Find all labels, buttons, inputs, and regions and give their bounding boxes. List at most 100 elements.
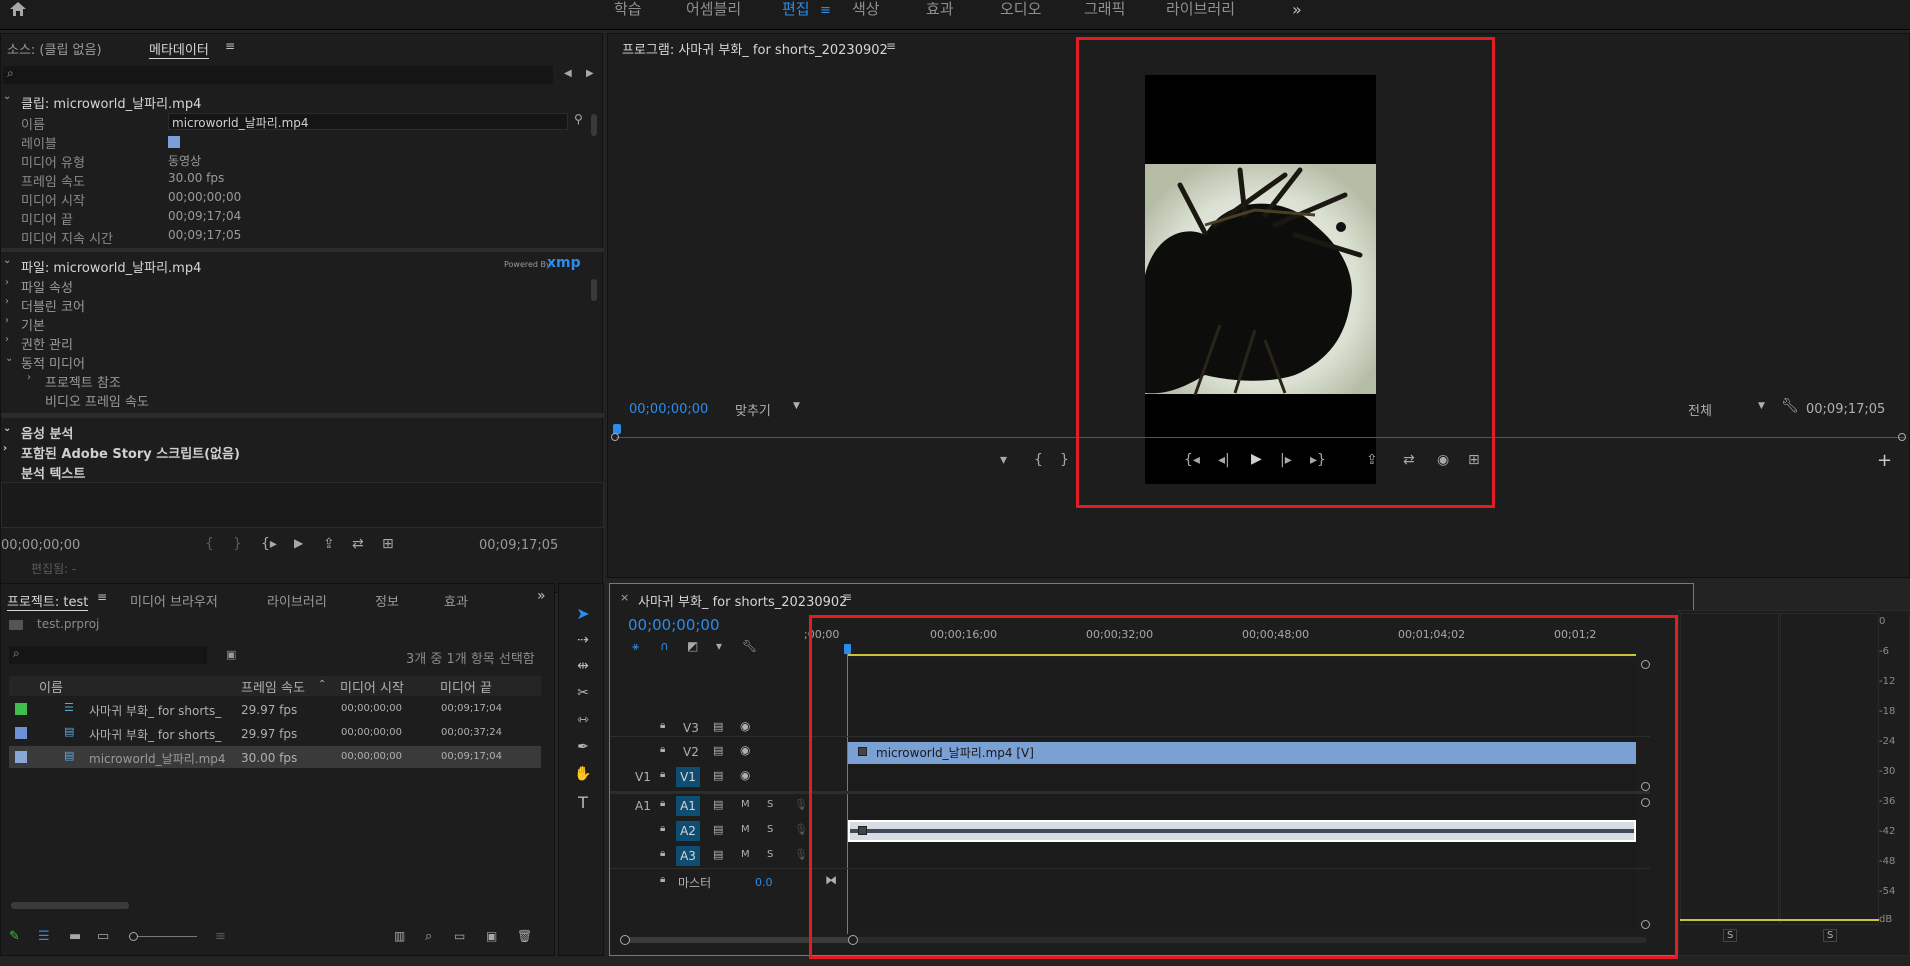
workspace-tab-libraries[interactable]: 라이브러리 [1166, 0, 1235, 30]
label-color-swatch[interactable] [15, 703, 27, 715]
go-to-in-icon[interactable]: {▸ [261, 536, 277, 552]
solo-button[interactable]: S [767, 799, 773, 810]
scrub-handle-right[interactable] [1898, 433, 1906, 441]
ripple-edit-tool-icon[interactable]: ⇹ [573, 658, 593, 678]
lock-icon[interactable]: 🔒︎ [660, 848, 665, 859]
column-header-name[interactable]: 이름 [39, 677, 63, 696]
panel-menu-icon[interactable]: ≡ [886, 39, 896, 53]
slip-tool-icon[interactable]: ⇿ [573, 712, 593, 732]
automate-to-sequence-icon[interactable]: ▥ [394, 929, 405, 943]
workspace-tab-editing[interactable]: 편집 [782, 0, 810, 30]
analysis-text-area[interactable] [1, 482, 604, 528]
scroll-handle-left[interactable] [620, 935, 630, 945]
zoom-slider-handle[interactable] [129, 932, 138, 941]
label-color-swatch[interactable] [15, 727, 27, 739]
workspace-tab-learning[interactable]: 학습 [614, 0, 642, 30]
sort-icon[interactable]: ≡ [215, 929, 226, 944]
play-icon[interactable]: ▶ [294, 536, 303, 550]
track-label[interactable]: A1 [676, 796, 700, 816]
track-label[interactable]: V2 [683, 745, 699, 759]
horizontal-scrollbar[interactable] [11, 902, 129, 909]
sync-lock-icon[interactable]: ▤ [713, 720, 723, 733]
pen-tool-icon[interactable]: ✒ [573, 739, 593, 759]
project-search-input[interactable]: ⌕ [9, 646, 207, 664]
scrub-handle-left[interactable] [611, 433, 619, 441]
unlink-icon[interactable]: ⚲ [574, 112, 583, 126]
zoom-slider[interactable] [129, 932, 197, 941]
mark-out-icon[interactable]: } [233, 536, 242, 552]
workspace-tab-color[interactable]: 색상 [852, 0, 880, 30]
microphone-icon[interactable]: 🎙︎ [794, 823, 808, 836]
item-name[interactable]: microworld_날파리.mp4 [89, 750, 226, 767]
solo-right-button[interactable]: S [1823, 929, 1838, 942]
track-label[interactable]: V1 [676, 767, 700, 787]
source-patch-v1[interactable]: V1 [635, 770, 651, 784]
column-header-media-end[interactable]: 미디어 끝 [440, 677, 492, 696]
tab-source[interactable]: 소스: (클립 없음) [7, 39, 102, 58]
add-marker-icon[interactable]: ▾ [1000, 452, 1007, 468]
track-label[interactable]: V3 [683, 721, 699, 735]
mark-in-icon[interactable]: { [205, 536, 214, 552]
scrollbar[interactable] [591, 114, 597, 136]
item-name[interactable]: 사마귀 부화_ for shorts_ [89, 702, 221, 719]
razor-tool-icon[interactable]: ✂ [573, 685, 593, 705]
home-icon[interactable] [9, 1, 27, 17]
eye-icon[interactable]: ◉ [740, 768, 750, 782]
label-color-swatch[interactable] [15, 751, 27, 763]
program-timecode[interactable]: 00;00;00;00 [629, 402, 708, 417]
track-label[interactable]: A2 [676, 821, 700, 841]
panel-menu-icon[interactable]: ≡ [97, 590, 107, 604]
tab-metadata[interactable]: 메타데이터 [149, 39, 209, 59]
mute-button[interactable]: M [741, 799, 750, 810]
lock-icon[interactable]: 🔒︎ [660, 823, 665, 834]
label-color-swatch[interactable] [168, 136, 180, 148]
nest-icon[interactable]: ⚹ [632, 639, 639, 654]
file-section-header[interactable]: ⌄ 파일: microworld_날파리.mp4 Powered By xmp [1, 255, 601, 276]
icon-view-icon[interactable]: ▬ [69, 929, 81, 944]
close-icon[interactable]: × [620, 591, 629, 604]
item-name[interactable]: 사마귀 부화_ for shorts_ [89, 726, 221, 743]
pencil-icon[interactable]: ✎ [9, 929, 20, 944]
snap-icon[interactable]: ∩ [660, 639, 669, 653]
tab-effects[interactable]: 효과 [444, 591, 468, 610]
new-search-bin-icon[interactable]: ▣ [226, 648, 236, 661]
linked-selection-icon[interactable]: ◩ [687, 639, 698, 653]
track-select-tool-icon[interactable]: ⇢ [573, 632, 593, 652]
sync-lock-icon[interactable]: ▤ [713, 744, 723, 757]
master-volume-value[interactable]: 0.0 [755, 876, 773, 889]
wrench-icon[interactable]: 🔧︎ [742, 639, 757, 653]
add-marker-icon[interactable]: ▾ [716, 639, 722, 653]
sequence-tab[interactable]: 사마귀 부화_ for shorts_20230902 [638, 591, 847, 610]
program-monitor-title[interactable]: 프로그램: 사마귀 부화_ for shorts_20230902 [622, 39, 888, 58]
table-row[interactable]: ▤ 사마귀 부화_ for shorts_ 29.97 fps 00;00;00… [9, 722, 541, 744]
eye-icon[interactable]: ◉ [740, 719, 750, 733]
new-bin-icon[interactable]: ▭ [454, 929, 465, 943]
eye-icon[interactable]: ◉ [740, 743, 750, 757]
workspace-tab-audio[interactable]: 오디오 [1000, 0, 1041, 30]
mark-in-icon[interactable]: { [1034, 452, 1043, 468]
sync-lock-icon[interactable]: ▤ [713, 823, 723, 836]
table-row[interactable]: ☰ 사마귀 부화_ for shorts_ 29.97 fps 00;00;00… [9, 698, 541, 720]
column-header-media-start[interactable]: 미디어 시작 [340, 677, 404, 696]
prev-arrow-icon[interactable]: ◀ [564, 68, 572, 79]
lock-icon[interactable]: 🔒︎ [660, 744, 665, 755]
mute-button[interactable]: M [741, 849, 750, 860]
source-timecode[interactable]: 00;00;00;00 [1, 538, 80, 553]
microphone-icon[interactable]: 🎙︎ [794, 848, 808, 861]
fit-dropdown[interactable]: 맞추기 ▼ [735, 400, 809, 419]
sync-lock-icon[interactable]: ▤ [713, 798, 723, 811]
sync-lock-icon[interactable]: ▤ [713, 848, 723, 861]
next-arrow-icon[interactable]: ▶ [586, 68, 594, 79]
panel-menu-icon[interactable]: ≡ [225, 39, 235, 53]
trash-icon[interactable]: 🗑︎ [517, 929, 532, 943]
hand-tool-icon[interactable]: ✋ [573, 766, 593, 786]
tab-info[interactable]: 정보 [375, 591, 399, 610]
table-row-selected[interactable]: ▤ microworld_날파리.mp4 30.00 fps 00;00;00;… [9, 746, 541, 768]
selection-tool-icon[interactable]: ➤ [573, 604, 593, 624]
list-view-icon[interactable]: ☰ [38, 929, 50, 944]
clip-section-header[interactable]: ⌄ 클립: microworld_날파리.mp4 [1, 91, 601, 112]
solo-button[interactable]: S [767, 824, 773, 835]
type-tool-icon[interactable]: T [573, 793, 593, 813]
lock-icon[interactable]: 🔒︎ [660, 798, 665, 809]
scrollbar[interactable] [591, 279, 597, 301]
